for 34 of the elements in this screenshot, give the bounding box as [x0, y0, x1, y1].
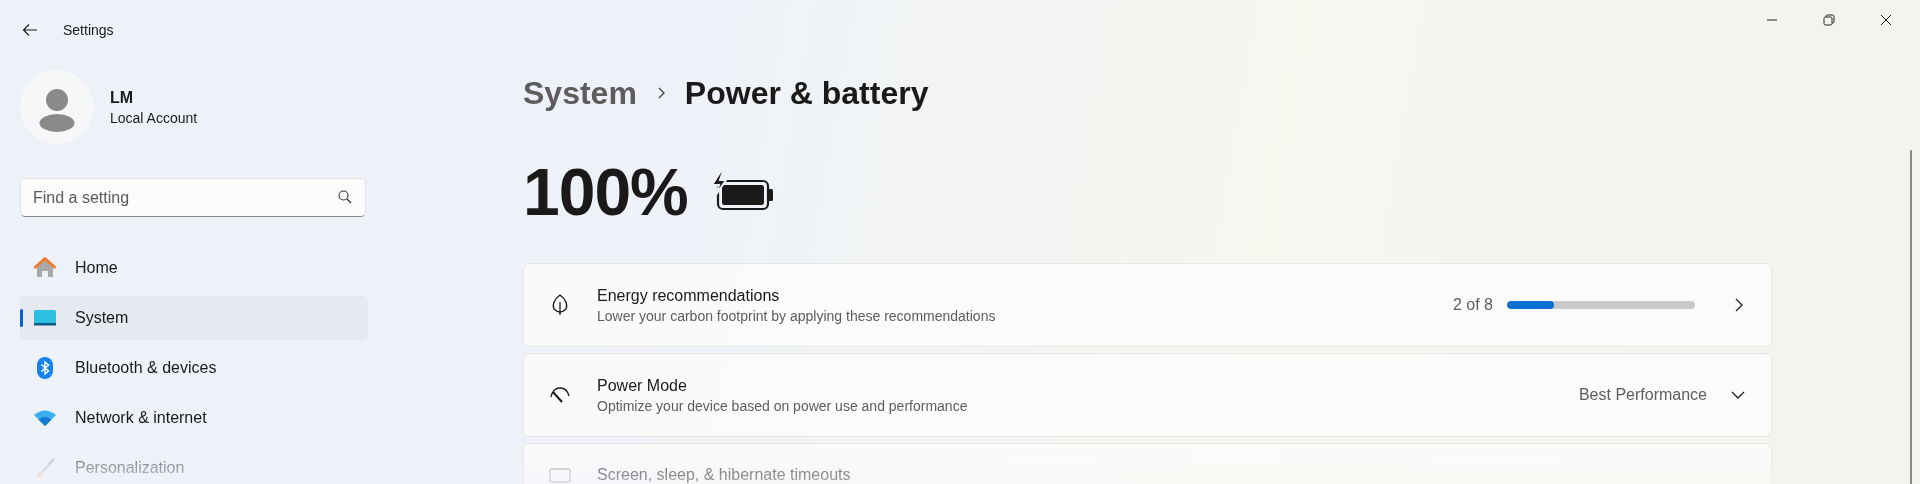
- account-name: LM: [110, 88, 135, 107]
- brush-icon: [33, 456, 57, 480]
- nav-item[interactable]: Network & internet: [20, 396, 368, 440]
- window-title: Settings: [63, 22, 114, 38]
- nav-item[interactable]: System: [20, 296, 368, 340]
- card-description: Lower your carbon footprint by applying these recommendations: [597, 307, 997, 324]
- chevron-right-icon: [656, 86, 667, 100]
- chevron-right-icon: [1733, 298, 1745, 312]
- gauge-icon: [549, 385, 571, 405]
- scrollbar[interactable]: [1910, 150, 1912, 484]
- avatar-icon: [20, 70, 94, 144]
- search-field[interactable]: Find a setting: [20, 178, 366, 217]
- card-description: Optimize your device based on power use and performance: [597, 397, 969, 414]
- close-icon: [1879, 14, 1892, 26]
- settings-card[interactable]: Energy recommendations Lower your carbon footprint by applying these recommendations 2 of 8: [523, 263, 1772, 347]
- page-title: Power & battery: [684, 74, 929, 112]
- monitor-icon: [549, 466, 571, 484]
- breadcrumb-link[interactable]: System: [523, 74, 637, 112]
- nav-item[interactable]: Home: [20, 246, 368, 290]
- house-icon: [33, 256, 57, 280]
- settings-card[interactable]: Power Mode Optimize your device based on power use and performance Best Performance: [523, 353, 1772, 437]
- dropdown-value[interactable]: Best Performance: [1578, 386, 1707, 404]
- card-title: Energy recommendations: [597, 286, 781, 305]
- progress-reading: 2 of 8: [1452, 296, 1493, 314]
- card-title: Screen, sleep, & hibernate timeouts: [597, 466, 852, 484]
- chevron-down-icon: [1731, 389, 1745, 401]
- restore-icon: [1822, 14, 1835, 26]
- selection-indicator: [20, 309, 23, 327]
- battery-percentage: 100%: [523, 154, 688, 230]
- nav-item[interactable]: Bluetooth & devices: [20, 346, 368, 390]
- search-icon: [338, 190, 352, 204]
- back-icon[interactable]: [22, 22, 38, 38]
- account-type: Local Account: [110, 109, 198, 126]
- card-title: Power Mode: [597, 376, 688, 395]
